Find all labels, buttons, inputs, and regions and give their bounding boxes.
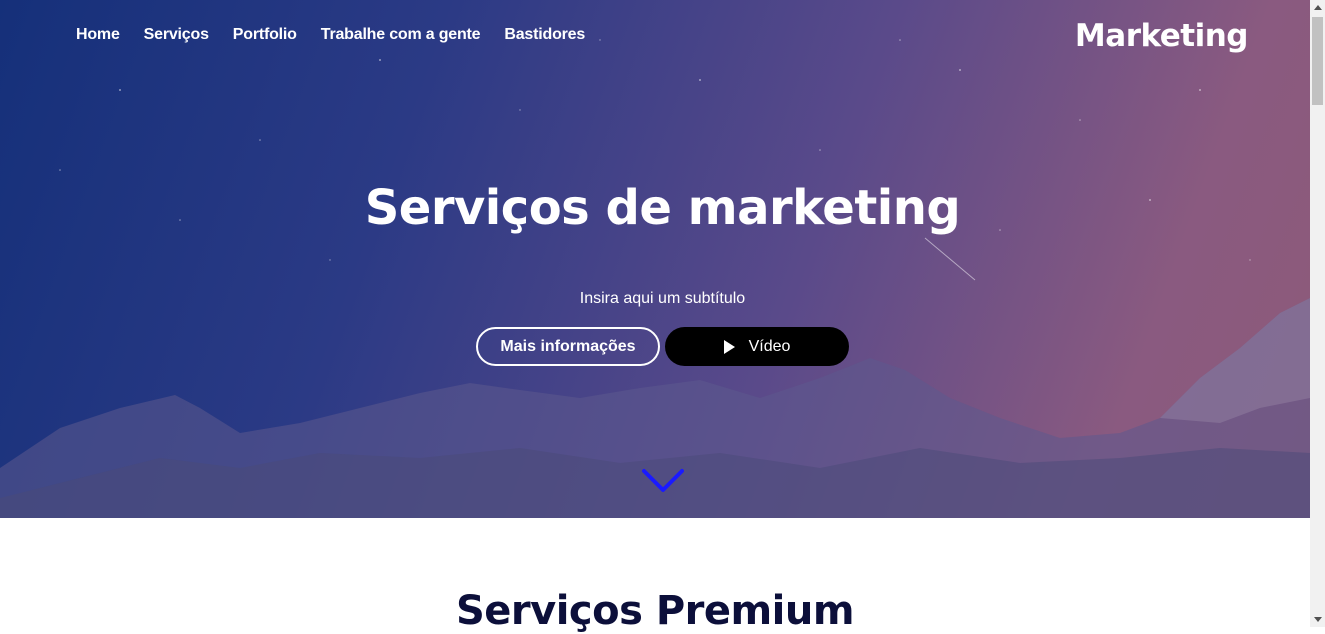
nav-item-trabalhe[interactable]: Trabalhe com a gente	[321, 26, 481, 44]
hero-title: Serviços de marketing	[364, 180, 961, 236]
chevron-down-icon[interactable]	[641, 466, 685, 496]
nav-item-home[interactable]: Home	[76, 26, 120, 44]
scrollbar[interactable]	[1310, 0, 1325, 627]
scroll-up-arrow-icon[interactable]	[1314, 5, 1322, 10]
video-button[interactable]: Vídeo	[665, 327, 849, 366]
nav-item-portfolio[interactable]: Portfolio	[233, 26, 297, 44]
scroll-thumb[interactable]	[1312, 17, 1323, 105]
video-label: Vídeo	[748, 337, 791, 355]
brand-logo[interactable]: Marketing	[1075, 18, 1249, 54]
play-icon	[723, 339, 735, 354]
more-info-label: Mais informações	[500, 337, 636, 355]
nav-item-servicos[interactable]: Serviços	[144, 26, 209, 44]
scroll-down-arrow-icon[interactable]	[1314, 617, 1322, 622]
section-title: Serviços Premium	[455, 588, 855, 634]
hero-section: Home Serviços Portfolio Trabalhe com a g…	[0, 0, 1310, 518]
nav-item-bastidores[interactable]: Bastidores	[504, 26, 585, 44]
hero-subtitle: Insira aqui um subtítulo	[579, 290, 746, 307]
more-info-button[interactable]: Mais informações	[476, 327, 660, 366]
main-nav: Home Serviços Portfolio Trabalhe com a g…	[76, 26, 585, 44]
